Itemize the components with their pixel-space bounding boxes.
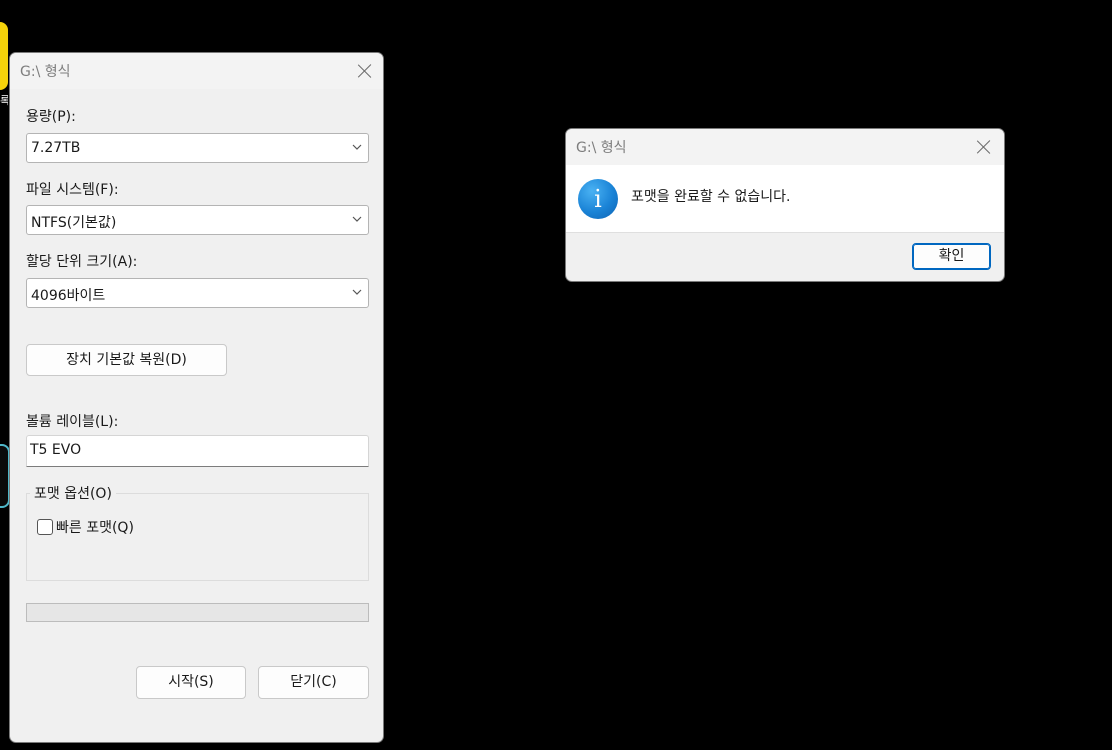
format-dialog: G:\ 형식 용량(P): 7.27TB 파일 시스템(F): NTFS(기본값… bbox=[9, 52, 384, 743]
quick-format-label[interactable]: 빠른 포맷(Q) bbox=[56, 517, 134, 537]
capacity-select[interactable]: 7.27TB bbox=[26, 133, 369, 163]
desktop-icon-partial[interactable] bbox=[0, 22, 8, 90]
close-icon[interactable] bbox=[976, 139, 992, 155]
volume-label-input[interactable]: T5 EVO bbox=[26, 435, 369, 467]
allocation-label: 할당 단위 크기(A): bbox=[26, 254, 138, 270]
filesystem-select[interactable]: NTFS(기본값) bbox=[26, 205, 369, 235]
message-text: 포맷을 완료할 수 없습니다. bbox=[631, 189, 791, 205]
chevron-down-icon bbox=[352, 144, 362, 150]
allocation-select[interactable]: 4096바이트 bbox=[26, 278, 369, 308]
capacity-label: 용량(P): bbox=[26, 109, 76, 125]
chevron-down-icon bbox=[352, 216, 362, 222]
close-button[interactable]: 닫기(C) bbox=[258, 666, 369, 699]
ok-button[interactable]: 확인 bbox=[912, 243, 991, 270]
message-footer-divider bbox=[566, 232, 1004, 233]
volume-label-value: T5 EVO bbox=[30, 442, 82, 458]
error-message-dialog: G:\ 형식 i 포맷을 완료할 수 없습니다. 확인 bbox=[565, 128, 1005, 282]
allocation-value: 4096바이트 bbox=[31, 288, 106, 304]
format-progress-bar bbox=[26, 603, 369, 622]
volume-label-label: 볼륨 레이블(L): bbox=[26, 414, 119, 430]
restore-defaults-button[interactable]: 장치 기본값 복원(D) bbox=[26, 344, 227, 376]
desktop-icon-label-partial: 록 bbox=[0, 94, 8, 107]
info-icon: i bbox=[578, 179, 618, 219]
format-dialog-title: G:\ 형식 bbox=[20, 64, 71, 80]
quick-format-checkbox[interactable] bbox=[37, 519, 53, 535]
chevron-down-icon bbox=[352, 289, 362, 295]
message-dialog-title: G:\ 형식 bbox=[576, 140, 627, 156]
capacity-value: 7.27TB bbox=[31, 140, 81, 156]
start-button[interactable]: 시작(S) bbox=[136, 666, 246, 699]
format-dialog-titlebar: G:\ 형식 bbox=[10, 53, 383, 89]
close-icon[interactable] bbox=[357, 63, 373, 79]
filesystem-label: 파일 시스템(F): bbox=[26, 182, 119, 198]
format-options-group bbox=[26, 493, 369, 581]
message-dialog-titlebar: G:\ 형식 bbox=[566, 129, 1004, 165]
filesystem-value: NTFS(기본값) bbox=[31, 215, 117, 231]
format-options-label: 포맷 옵션(O) bbox=[30, 483, 116, 503]
